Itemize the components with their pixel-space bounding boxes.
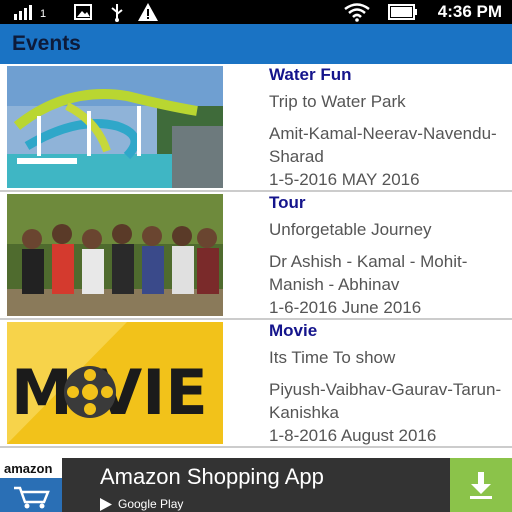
event-title: Movie [269,321,318,340]
status-bar: 1 4:36 PM [0,0,512,24]
event-item[interactable]: Water Fun Trip to Water Park Amit-Kamal-… [0,64,512,192]
sim-indicator: 1 [40,8,47,20]
event-subtitle: Its Time To show [269,348,396,367]
film-reel-icon [64,366,116,418]
event-date: 1-5-2016 MAY 2016 [269,170,420,189]
event-date: 1-8-2016 August 2016 [269,426,437,445]
event-title: Tour [269,193,306,212]
google-play-label: Google Play [118,497,184,511]
ad-banner[interactable]: amazon Amazon Shopping App Google Play [0,458,512,512]
app-bar: Events [0,24,512,64]
signal-icon [14,0,40,24]
usb-icon [109,0,125,24]
wifi-icon [344,0,370,24]
clock: 4:36 PM [437,2,502,21]
google-play-icon [100,497,112,511]
movie-poster: M VIE [7,322,223,444]
google-play-badge: Google Play [100,496,183,512]
warning-icon [137,0,159,24]
event-participants: Dr Ashish - Kamal - Mohit-Manish - Abhin… [269,252,468,294]
event-title: Water Fun [269,65,352,84]
event-participants: Amit-Kamal-Neerav-Navendu-Sharad [269,124,497,166]
battery-icon [388,0,418,24]
cart-icon [0,478,62,512]
event-date: 1-6-2016 June 2016 [269,298,422,317]
image-icon [74,0,92,24]
event-subtitle: Trip to Water Park [269,92,406,111]
amazon-logo-text: amazon [4,461,53,476]
event-participants: Piyush-Vaibhav-Gaurav-Tarun-Kanishka [269,380,502,422]
download-icon [470,472,492,499]
group-photo [7,194,223,316]
amazon-logo[interactable]: amazon [0,458,62,512]
water-park-photo [7,66,223,188]
event-item[interactable]: M VIE Movie Its Time To show Piyush-Vaib… [0,320,512,448]
ad-title[interactable]: Amazon Shopping App [100,464,324,490]
page-title: Events [12,32,81,55]
event-subtitle: Unforgetable Journey [269,220,432,239]
download-button[interactable] [450,458,512,512]
event-item[interactable]: Tour Unforgetable Journey Dr Ashish - Ka… [0,192,512,320]
